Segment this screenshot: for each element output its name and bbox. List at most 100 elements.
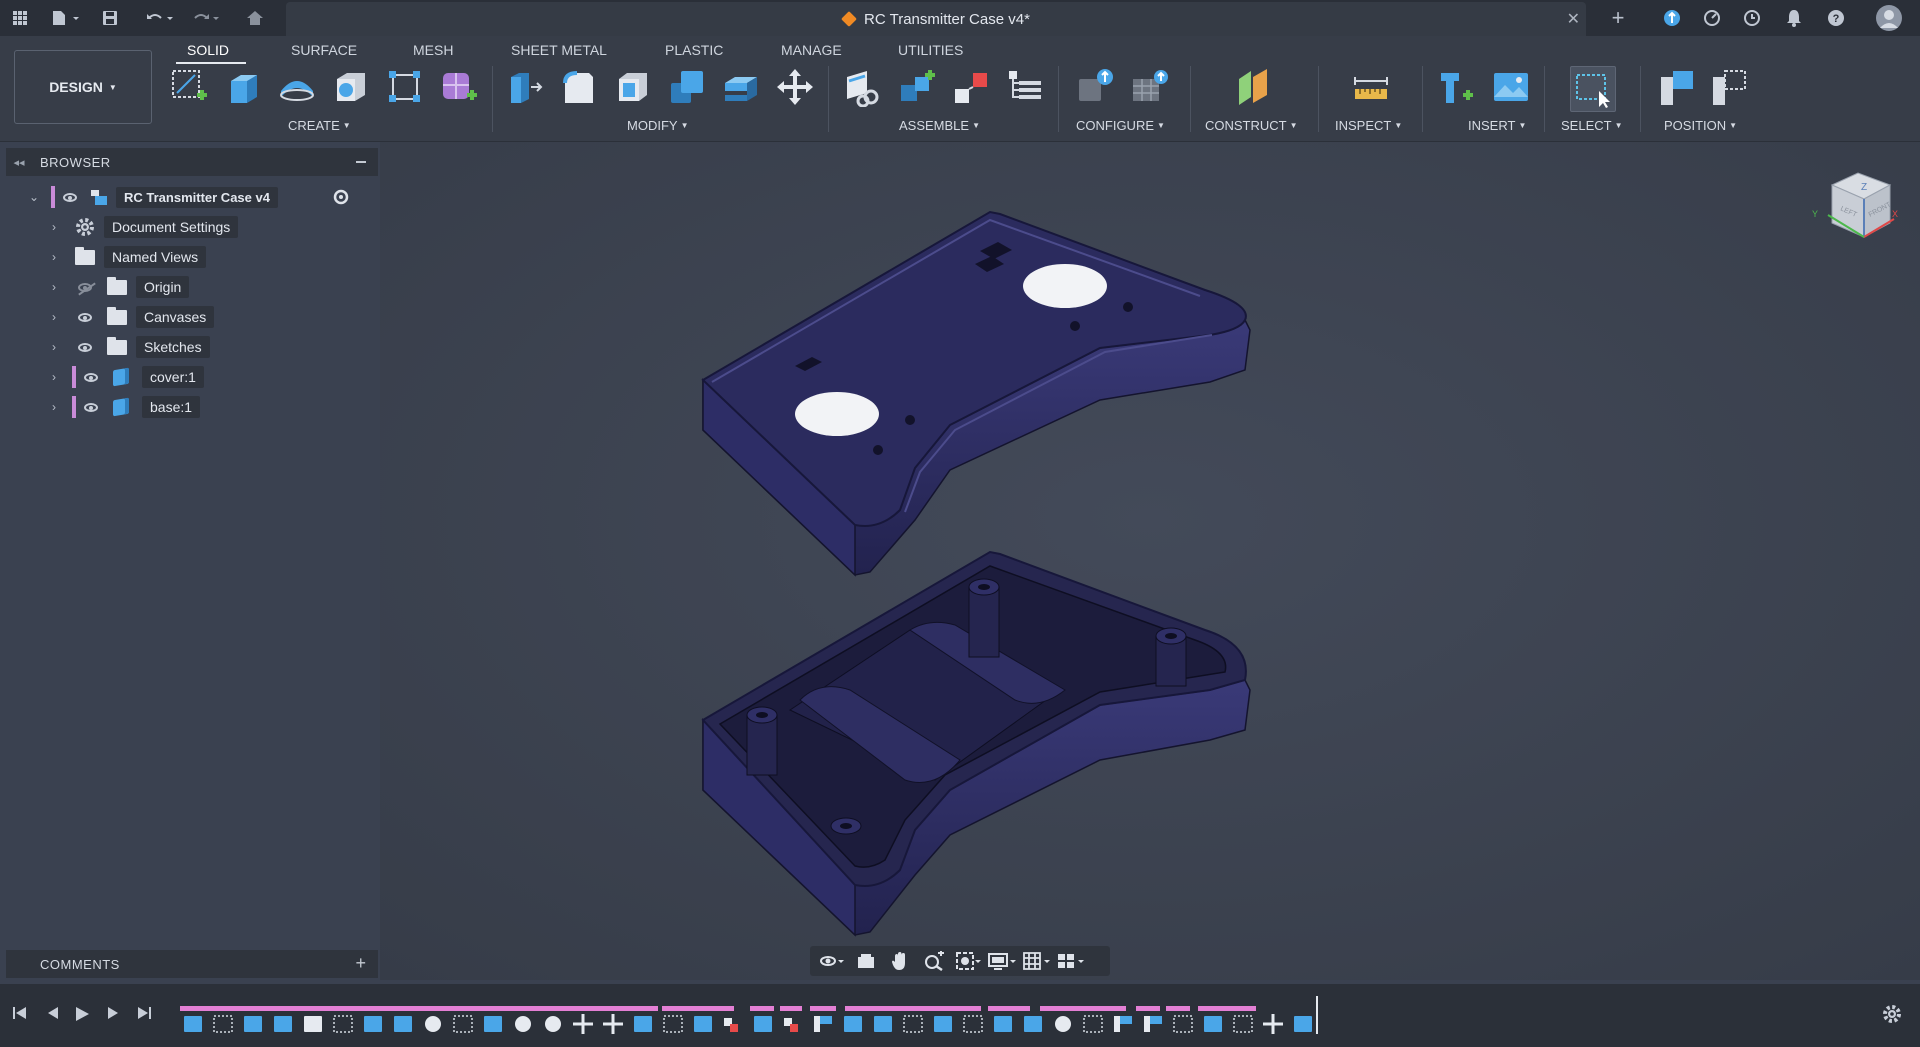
- tab-manage[interactable]: MANAGE: [781, 42, 842, 58]
- eye-icon[interactable]: [74, 337, 96, 357]
- step-forward-icon[interactable]: [106, 1006, 122, 1023]
- configure-icon[interactable]: [1074, 66, 1116, 108]
- chevron-right-icon[interactable]: ›: [48, 220, 60, 234]
- eye-icon[interactable]: [80, 397, 102, 417]
- capture-position-icon[interactable]: [1656, 66, 1698, 108]
- insert-canvas-icon[interactable]: [1490, 66, 1532, 108]
- new-component-icon[interactable]: [842, 66, 884, 108]
- timeline-feature-icons[interactable]: [184, 1014, 1312, 1034]
- workspace-switcher-button[interactable]: DESIGN ▼: [14, 50, 152, 124]
- document-tab[interactable]: RC Transmitter Case v4* ✕: [286, 2, 1586, 36]
- go-to-start-icon[interactable]: [12, 1006, 28, 1023]
- home-icon[interactable]: [243, 6, 267, 30]
- create-form-icon[interactable]: [438, 66, 480, 108]
- move-copy-icon[interactable]: [774, 66, 816, 108]
- tab-surface[interactable]: SURFACE: [291, 42, 357, 58]
- fillet-icon[interactable]: [558, 66, 600, 108]
- look-at-icon[interactable]: [852, 949, 880, 973]
- chevron-right-icon[interactable]: ›: [48, 370, 60, 384]
- tab-plastic[interactable]: PLASTIC: [665, 42, 723, 58]
- browser-item-origin[interactable]: › Origin: [46, 274, 346, 300]
- browser-item-canvases[interactable]: › Canvases: [46, 304, 346, 330]
- eye-icon[interactable]: [74, 307, 96, 327]
- 3d-viewport[interactable]: [380, 142, 1920, 980]
- eye-hidden-icon[interactable]: [74, 277, 96, 297]
- as-built-joint-icon[interactable]: [950, 66, 992, 108]
- construct-group-label[interactable]: CONSTRUCT ▼: [1205, 118, 1298, 133]
- create-sketch-icon[interactable]: [168, 66, 210, 108]
- assemble-group-label[interactable]: ASSEMBLE ▼: [899, 118, 980, 133]
- help-icon[interactable]: ?: [1824, 6, 1848, 30]
- grid-settings-icon[interactable]: [1022, 949, 1050, 973]
- browser-item-sketches[interactable]: › Sketches: [46, 334, 346, 360]
- configuration-table-icon[interactable]: [1128, 66, 1170, 108]
- undo-icon[interactable]: [142, 6, 178, 30]
- play-icon[interactable]: [74, 1006, 90, 1025]
- extrude-icon[interactable]: [222, 66, 264, 108]
- joint-icon[interactable]: [896, 66, 938, 108]
- go-to-end-icon[interactable]: [136, 1006, 152, 1023]
- collapse-panel-icon[interactable]: ◂◂: [6, 156, 32, 169]
- browser-item-cover[interactable]: › cover:1: [46, 364, 346, 390]
- comments-panel-header[interactable]: COMMENTS +: [6, 950, 378, 978]
- combine-icon[interactable]: [666, 66, 708, 108]
- active-component-radio-icon[interactable]: [330, 187, 352, 207]
- file-menu-icon[interactable]: [48, 6, 84, 30]
- tab-mesh[interactable]: MESH: [413, 42, 453, 58]
- step-back-icon[interactable]: [44, 1006, 60, 1023]
- timeline-settings-gear-icon[interactable]: [1882, 1004, 1902, 1030]
- history-icon[interactable]: [1740, 6, 1764, 30]
- notifications-bell-icon[interactable]: [1782, 6, 1806, 30]
- chevron-right-icon[interactable]: ›: [48, 280, 60, 294]
- chevron-right-icon[interactable]: ›: [48, 400, 60, 414]
- add-comment-icon[interactable]: +: [355, 953, 366, 974]
- eye-icon[interactable]: [80, 367, 102, 387]
- extensions-icon[interactable]: [1660, 6, 1684, 30]
- browser-item-document-settings[interactable]: › Document Settings: [46, 214, 346, 240]
- press-pull-icon[interactable]: [504, 66, 546, 108]
- configure-group-label[interactable]: CONFIGURE ▼: [1076, 118, 1165, 133]
- save-icon[interactable]: [98, 6, 122, 30]
- tab-solid[interactable]: SOLID: [187, 42, 229, 58]
- browser-root-row[interactable]: ⌄ RC Transmitter Case v4: [24, 184, 349, 210]
- display-settings-icon[interactable]: [988, 949, 1016, 973]
- viewports-icon[interactable]: [1056, 949, 1084, 973]
- job-status-icon[interactable]: [1700, 6, 1724, 30]
- browser-panel-header[interactable]: ◂◂ BROWSER: [6, 148, 378, 176]
- hole-icon[interactable]: [330, 66, 372, 108]
- select-group-label[interactable]: SELECT ▼: [1561, 118, 1623, 133]
- modify-group-label[interactable]: MODIFY ▼: [627, 118, 688, 133]
- fit-view-icon[interactable]: [954, 949, 982, 973]
- eye-icon[interactable]: [59, 187, 81, 207]
- offset-face-icon[interactable]: [720, 66, 762, 108]
- inspect-group-label[interactable]: INSPECT ▼: [1335, 118, 1402, 133]
- chevron-right-icon[interactable]: ›: [48, 340, 60, 354]
- chevron-down-icon[interactable]: ⌄: [28, 190, 40, 204]
- redo-icon[interactable]: [188, 6, 224, 30]
- revert-position-icon[interactable]: [1708, 66, 1750, 108]
- new-tab-plus-icon[interactable]: +: [1606, 5, 1630, 30]
- zoom-icon[interactable]: [920, 949, 948, 973]
- app-grid-icon[interactable]: [8, 6, 32, 30]
- create-group-label[interactable]: CREATE ▼: [288, 118, 351, 133]
- revolve-icon[interactable]: [276, 66, 318, 108]
- shell-icon[interactable]: [612, 66, 654, 108]
- measure-icon[interactable]: [1350, 66, 1392, 108]
- viewcube[interactable]: Z LEFT FRONT Y X: [1810, 165, 1900, 255]
- orbit-icon[interactable]: [818, 949, 846, 973]
- browser-item-base[interactable]: › base:1: [46, 394, 346, 420]
- timeline-marker[interactable]: [1316, 996, 1318, 1034]
- timeline-features[interactable]: [180, 996, 1320, 1040]
- insert-derive-icon[interactable]: [1436, 66, 1478, 108]
- tab-utilities[interactable]: UTILITIES: [898, 42, 963, 58]
- rectangular-pattern-icon[interactable]: [384, 66, 426, 108]
- pan-hand-icon[interactable]: [886, 949, 914, 973]
- tab-sheet-metal[interactable]: SHEET METAL: [511, 42, 607, 58]
- browser-item-named-views[interactable]: › Named Views: [46, 244, 346, 270]
- close-tab-icon[interactable]: ✕: [1567, 9, 1580, 29]
- bill-of-materials-icon[interactable]: [1004, 66, 1046, 108]
- window-select-icon[interactable]: [1570, 66, 1616, 112]
- position-group-label[interactable]: POSITION ▼: [1664, 118, 1737, 133]
- chevron-right-icon[interactable]: ›: [48, 250, 60, 264]
- minimize-panel-icon[interactable]: [356, 161, 366, 163]
